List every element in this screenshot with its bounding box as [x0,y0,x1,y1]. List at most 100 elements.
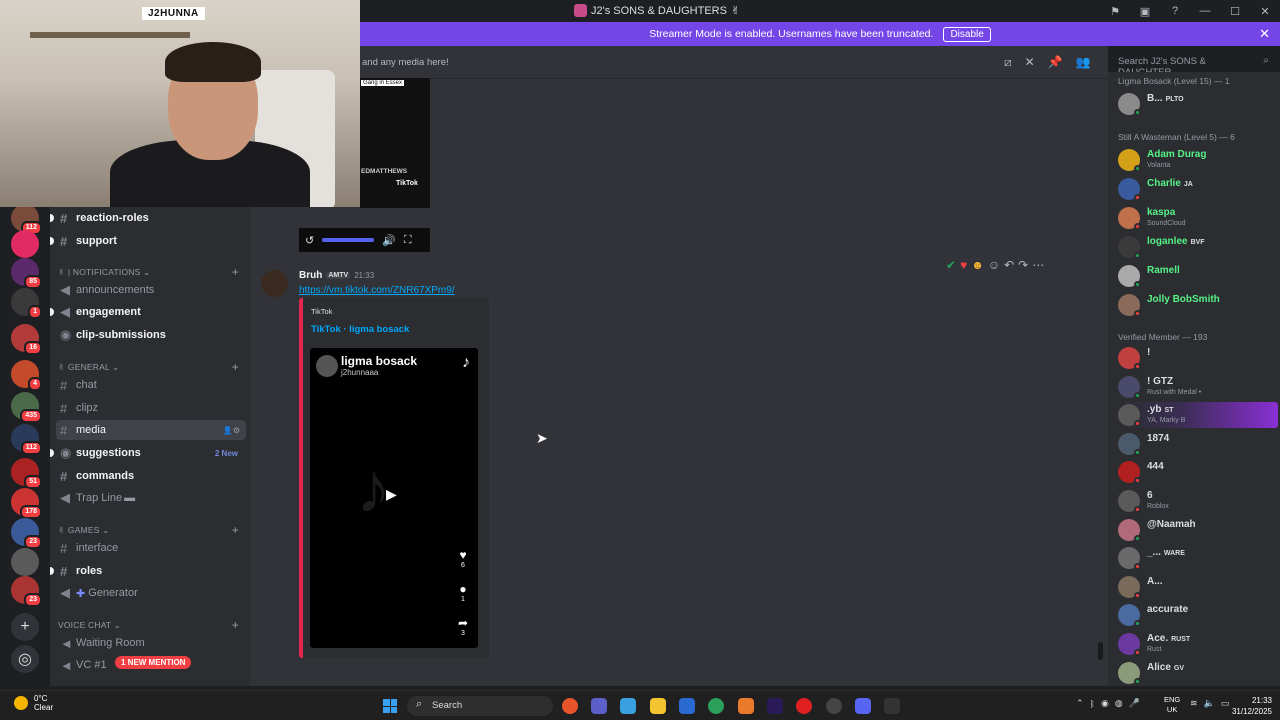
server-icon[interactable]: 23 [11,576,42,607]
member-row[interactable]: loganlee BVF [1118,234,1278,260]
reply-icon[interactable]: ↶ [1004,258,1014,272]
member-row[interactable]: Ramell [1118,263,1278,289]
server-icon[interactable]: 51 [11,458,42,489]
avatar[interactable] [261,270,288,297]
channel-settings-icon[interactable]: 👤⚙ [223,426,240,435]
channel-interface[interactable]: # interface [56,538,246,558]
opera-app-icon[interactable] [796,698,812,714]
copilot-app-icon[interactable] [620,698,636,714]
member-row[interactable]: Charlie JA [1118,176,1278,202]
teams-app-icon[interactable] [591,698,607,714]
message-link[interactable]: https://vm.tiktok.com/ZNR67XPm9/ [299,285,455,296]
member-row[interactable]: A... [1118,574,1278,600]
pin-icon[interactable]: 📌 [1048,55,1063,70]
premiere-app-icon[interactable] [767,698,783,714]
member-row[interactable]: _... WARE [1118,545,1278,571]
banner-close-icon[interactable]: ✕ [1259,26,1270,42]
volume-icon[interactable]: 🔈 [1204,698,1215,709]
steam-tray-icon[interactable]: ◍ [1115,698,1123,709]
play-icon[interactable]: ▶ [386,486,397,503]
server-icon[interactable]: 23 [11,518,42,549]
heart-reaction-icon[interactable]: ♥ [960,258,967,272]
wifi-icon[interactable]: ≋ [1190,698,1198,709]
crying-reaction-icon[interactable]: ☻ [971,258,984,272]
search-input[interactable]: Search J2's SONS & DAUGHTER... ⌕ [1113,53,1274,78]
server-icon[interactable]: 16 [11,324,42,355]
category-notifications[interactable]: ✌ | NOTIFICATIONS ⌄ + [58,265,243,279]
channel-clipz[interactable]: # clipz [56,398,246,418]
add-channel-icon[interactable]: + [232,523,239,537]
server-icon[interactable]: 85 [11,258,42,289]
server-icon[interactable]: 178 [11,488,42,519]
discover-button[interactable]: ◎ [11,645,39,673]
member-row[interactable]: 444 [1118,459,1278,485]
threads-icon[interactable]: ⧄ [1004,55,1012,70]
channel-trap-line[interactable]: ◀ Trap Line ▬ [56,488,246,508]
file-explorer-icon[interactable] [650,698,666,714]
member-row[interactable]: Jolly BobSmith [1118,292,1278,318]
screen-icon[interactable]: ▣ [1130,0,1160,22]
member-row[interactable]: ! [1118,345,1278,371]
author-name[interactable]: Bruh [299,270,322,281]
close-button[interactable]: ✕ [1250,0,1280,22]
member-row[interactable]: accurate [1118,602,1278,628]
add-channel-icon[interactable]: + [232,360,239,374]
category-general[interactable]: ✌ GENERAL ⌄ + [58,360,243,374]
app-tray-icon[interactable]: ◉ [1101,698,1109,709]
vlc-app-icon[interactable] [738,698,754,714]
replay-icon[interactable]: ↺ [305,234,314,247]
channel-reaction-roles[interactable]: # reaction-roles [56,208,246,228]
video-attachment[interactable]: Gang in Essex EDMATTHEWS TikTok [360,78,430,208]
server-icon[interactable]: 4 [11,360,42,391]
add-channel-icon[interactable]: + [232,618,239,632]
taskbar-search[interactable]: ⌕ Search [407,696,553,716]
epic-app-icon[interactable] [884,698,900,714]
category-games[interactable]: ✌ GAMES ⌄ + [58,523,243,537]
server-icon[interactable] [11,230,39,258]
member-list-icon[interactable]: 👥 [1076,55,1091,70]
server-icon[interactable]: 1 [11,288,42,319]
chrome-app-icon[interactable] [708,698,724,714]
server-icon[interactable] [11,548,39,576]
channel-suggestions[interactable]: ◉ suggestions 2 New [56,443,246,463]
disable-button[interactable]: Disable [943,26,991,42]
microphone-icon[interactable]: 🎤 [1129,698,1140,709]
member-row[interactable]: @Naamah [1118,517,1278,543]
channel-waiting-room[interactable]: ◄ Waiting Room [56,633,246,653]
channel-media[interactable]: # media 👤⚙ [56,420,246,440]
check-reaction-icon[interactable]: ✔ [946,258,956,272]
channel-clip-submissions[interactable]: ◉ clip-submissions [56,325,246,345]
new-mention-pill[interactable]: 1 NEW MENTION [115,656,192,669]
volume-icon[interactable]: 🔊 [382,234,396,247]
server-icon[interactable]: 435 [11,392,42,423]
store-app-icon[interactable] [679,698,695,714]
embed-title[interactable]: TikTok · ligma bosack [311,324,409,335]
bluetooth-icon[interactable]: ᛒ [1090,699,1095,709]
member-row[interactable]: 6 Roblox [1118,488,1278,514]
channel-commands[interactable]: # commands [56,466,246,486]
language-indicator[interactable]: ENG UK [1164,695,1180,715]
discord-app-icon[interactable] [855,698,871,714]
scrollbar[interactable] [1098,642,1103,660]
minimize-button[interactable]: — [1190,0,1220,22]
tiktok-video[interactable]: ligma bosack j2hunnaaa ♪ ♪ ▶ ♥ 6 ● 1 ➦ 3 [310,348,478,648]
channel-chat[interactable]: # chat [56,375,246,395]
member-row[interactable]: ! GTZ Rust with Medal • [1118,374,1278,400]
battery-icon[interactable]: ▭ [1221,698,1230,709]
add-reaction-icon[interactable]: ☺ [988,258,1000,272]
progress-bar[interactable] [322,238,375,242]
member-row[interactable]: 1874 [1118,431,1278,457]
fullscreen-icon[interactable]: ⛶ [404,234,412,247]
channel-announcements[interactable]: ◀ announcements [56,280,246,300]
help-icon[interactable]: ? [1160,0,1190,22]
chevron-up-icon[interactable]: ⌃ [1076,698,1084,709]
channel-engagement[interactable]: ◀ engagement [56,302,246,322]
inbox-icon[interactable]: ⚑ [1100,0,1130,22]
channel-roles[interactable]: # roles [56,561,246,581]
server-icon[interactable]: 112 [11,204,42,235]
category-voice-chat[interactable]: VOICE CHAT ⌄ + [58,618,243,632]
obs-app-icon[interactable] [826,698,842,714]
browser-app-icon[interactable] [562,698,578,714]
member-row[interactable]: Alice GV [1118,660,1278,686]
forward-icon[interactable]: ↷ [1018,258,1028,272]
